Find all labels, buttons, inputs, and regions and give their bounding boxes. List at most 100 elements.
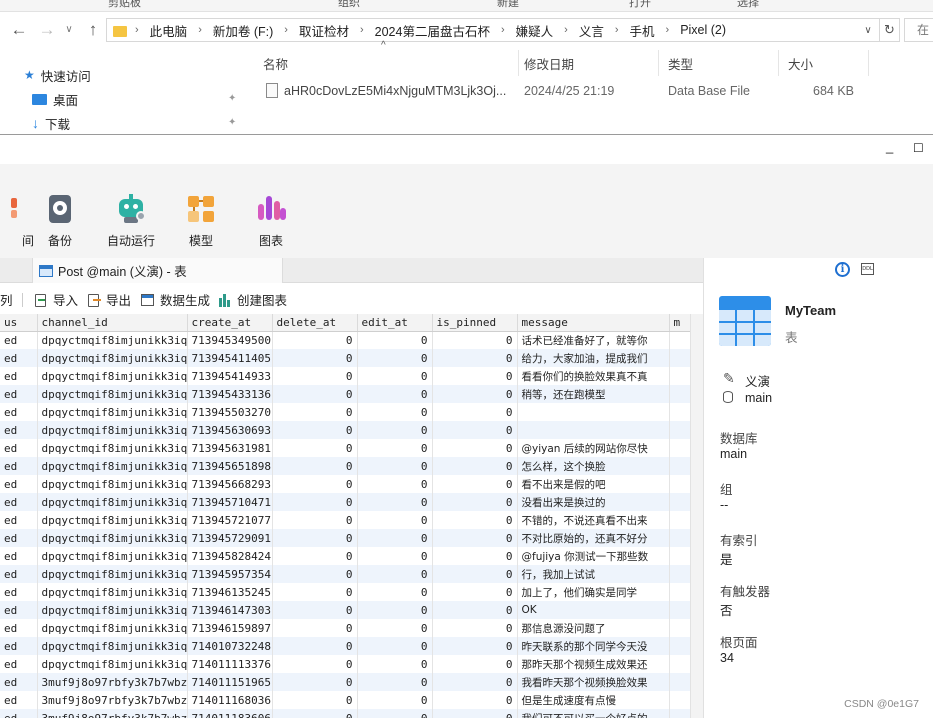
table-cell[interactable]: OK xyxy=(517,601,670,619)
maximize-icon[interactable]: ☐ xyxy=(913,141,924,155)
table-cell[interactable]: 0 xyxy=(432,439,518,457)
table-row[interactable]: ed dpqyctmqif8imjunikk3iqi8 713945651898 0 0… xyxy=(0,457,690,475)
table-cell[interactable]: dpqyctmqif8imjunikk3iqi8 xyxy=(37,637,188,655)
table-cell[interactable] xyxy=(669,601,690,619)
recent-dropdown-icon[interactable]: ∨ xyxy=(58,19,80,41)
table-cell[interactable]: 0 xyxy=(432,349,518,367)
table-cell[interactable]: 怎么样，这个换脸 xyxy=(517,457,670,475)
table-cell[interactable]: 0 xyxy=(432,475,518,493)
table-cell[interactable]: 0 xyxy=(272,691,358,709)
table-cell[interactable]: 0 xyxy=(357,511,433,529)
table-cell[interactable]: 0 xyxy=(357,475,433,493)
table-row[interactable]: ed dpqyctmqif8imjunikk3iqi8 713945957354 0 0… xyxy=(0,565,690,583)
table-row[interactable]: ed dpqyctmqif8imjunikk3iqi8 713945414933 0 0… xyxy=(0,367,690,385)
table-row[interactable]: ed dpqyctmqif8imjunikk3iqi8 713945411405 0 0… xyxy=(0,349,690,367)
ribbon-label[interactable]: 选择 xyxy=(737,0,759,10)
table-cell[interactable] xyxy=(669,529,690,547)
up-arrow-icon[interactable]: ↑ xyxy=(82,19,104,41)
table-cell[interactable] xyxy=(669,331,690,349)
table-cell[interactable]: 我看昨天那个视频换脸效果 xyxy=(517,673,670,691)
table-cell[interactable]: ed xyxy=(0,385,38,403)
forward-arrow-icon[interactable]: → xyxy=(36,19,58,41)
table-row[interactable]: ed dpqyctmqif8imjunikk3iqi8 713946159897 0 0… xyxy=(0,619,690,637)
toolbar-chart[interactable]: 图表 xyxy=(239,194,303,249)
table-cell[interactable]: 0 xyxy=(272,349,358,367)
import-button[interactable]: 导入 xyxy=(34,290,78,309)
table-cell[interactable]: dpqyctmqif8imjunikk3iqi8 xyxy=(37,529,188,547)
table-cell[interactable]: dpqyctmqif8imjunikk3iqi8 xyxy=(37,655,188,673)
table-cell[interactable] xyxy=(669,691,690,709)
table-cell[interactable]: 0 xyxy=(272,439,358,457)
table-cell[interactable]: 0 xyxy=(432,529,518,547)
table-cell[interactable]: 0 xyxy=(432,637,518,655)
table-cell[interactable]: 713946159897 xyxy=(187,619,273,637)
ribbon-label[interactable]: 剪贴板 xyxy=(108,0,141,10)
back-arrow-icon[interactable]: ← xyxy=(8,19,30,41)
breadcrumb-item[interactable]: 义言 xyxy=(577,21,606,40)
table-cell[interactable]: 0 xyxy=(357,457,433,475)
tab-post-table[interactable]: Post @main (义演) - 表 xyxy=(32,258,283,283)
table-cell[interactable]: ed xyxy=(0,349,38,367)
table-cell[interactable]: 0 xyxy=(272,583,358,601)
table-cell[interactable]: 0 xyxy=(272,565,358,583)
table-cell[interactable]: 3muf9j8o97rbfy3k7b7wbz6 xyxy=(37,673,188,691)
table-cell[interactable]: 加上了，他们确实是同学 xyxy=(517,583,670,601)
create-chart-button[interactable]: 创建图表 xyxy=(218,290,287,309)
table-cell[interactable]: 0 xyxy=(432,457,518,475)
table-cell[interactable]: 0 xyxy=(357,601,433,619)
table-cell[interactable]: 713945668293 xyxy=(187,475,273,493)
table-cell[interactable]: dpqyctmqif8imjunikk3iqi8 xyxy=(37,421,188,439)
vertical-scrollbar[interactable] xyxy=(690,314,703,718)
table-cell[interactable] xyxy=(517,403,670,421)
ddl-icon[interactable]: DDL xyxy=(861,263,874,275)
table-cell[interactable] xyxy=(669,673,690,691)
table-cell[interactable]: 0 xyxy=(357,403,433,421)
table-cell[interactable]: 没看出来是换过的 xyxy=(517,493,670,511)
table-cell[interactable] xyxy=(669,457,690,475)
table-cell[interactable]: 0 xyxy=(357,691,433,709)
table-cell[interactable]: 话术已经准备好了，就等你 xyxy=(517,331,670,349)
table-cell[interactable]: 713945729091 xyxy=(187,529,273,547)
table-cell[interactable]: 713945828424 xyxy=(187,547,273,565)
table-cell[interactable]: @yiyan 后续的网站你尽快 xyxy=(517,439,670,457)
table-cell[interactable] xyxy=(669,439,690,457)
table-cell[interactable]: 713945414933 xyxy=(187,367,273,385)
table-cell[interactable]: 我们可不可以买一个好点的 xyxy=(517,709,670,718)
table-row[interactable]: ed dpqyctmqif8imjunikk3iqi8 713945433136 0 0… xyxy=(0,385,690,403)
table-cell[interactable]: dpqyctmqif8imjunikk3iqi8 xyxy=(37,493,188,511)
column-header-name[interactable]: 名称 xyxy=(263,54,288,73)
table-cell[interactable]: 0 xyxy=(357,421,433,439)
columns-button[interactable]: 列 xyxy=(0,290,13,309)
toolbar-automation[interactable]: 自动运行 xyxy=(99,194,163,249)
table-cell[interactable] xyxy=(669,475,690,493)
table-cell[interactable]: 0 xyxy=(357,709,433,718)
table-cell[interactable]: ed xyxy=(0,511,38,529)
table-cell[interactable]: ed xyxy=(0,547,38,565)
table-cell[interactable]: 0 xyxy=(272,601,358,619)
table-cell[interactable] xyxy=(669,511,690,529)
table-cell[interactable] xyxy=(669,619,690,637)
table-cell[interactable]: 0 xyxy=(357,673,433,691)
table-cell[interactable]: 0 xyxy=(357,565,433,583)
table-cell[interactable]: 713945503270 xyxy=(187,403,273,421)
table-cell[interactable]: 0 xyxy=(357,583,433,601)
table-cell[interactable]: 713946147303 xyxy=(187,601,273,619)
table-cell[interactable]: 看不出来是假的吧 xyxy=(517,475,670,493)
table-cell[interactable]: 0 xyxy=(357,529,433,547)
table-cell[interactable]: dpqyctmqif8imjunikk3iqi8 xyxy=(37,511,188,529)
table-cell[interactable]: 713945651898 xyxy=(187,457,273,475)
sidebar-item-downloads[interactable]: ↓ 下载 xyxy=(32,113,70,133)
table-cell[interactable]: 稍等，还在跑模型 xyxy=(517,385,670,403)
table-cell[interactable]: 0 xyxy=(272,421,358,439)
breadcrumb-item[interactable]: 2024第二届盘古石杯 xyxy=(373,21,492,40)
table-cell[interactable]: 0 xyxy=(432,691,518,709)
table-cell[interactable]: 0 xyxy=(272,547,358,565)
table-cell[interactable]: 0 xyxy=(432,385,518,403)
table-cell[interactable]: 713945721077 xyxy=(187,511,273,529)
search-input[interactable]: 在 xyxy=(904,18,933,42)
table-cell[interactable]: 3muf9j8o97rbfy3k7b7wbz6 xyxy=(37,691,188,709)
pin-icon[interactable]: ✦ xyxy=(228,93,236,104)
table-cell[interactable]: 0 xyxy=(432,673,518,691)
table-cell[interactable]: 0 xyxy=(272,655,358,673)
table-cell[interactable]: ed xyxy=(0,655,38,673)
